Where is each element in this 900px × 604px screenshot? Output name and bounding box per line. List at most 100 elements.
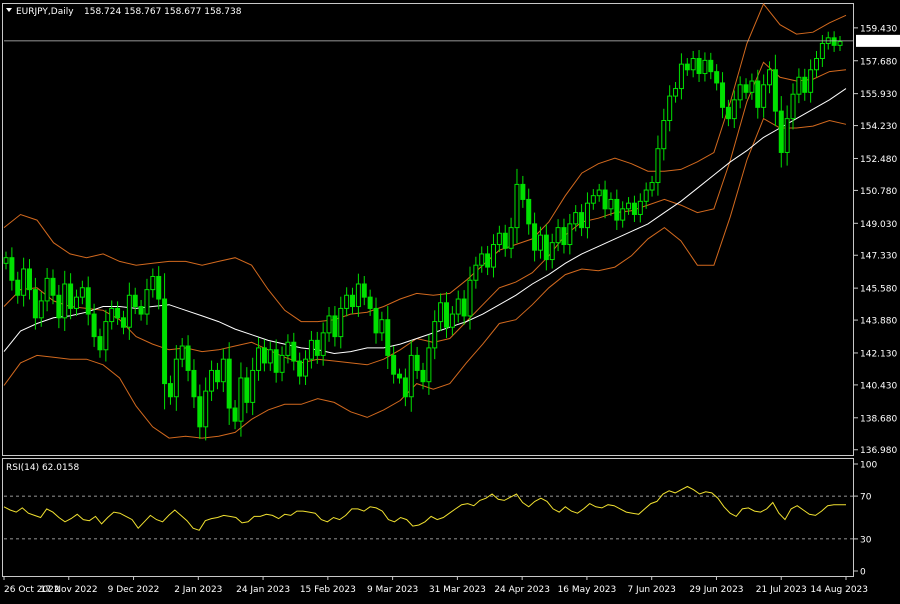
candle	[26, 259, 32, 300]
lower-band-line	[3, 117, 847, 439]
price-tick-label: 152.480	[860, 155, 897, 165]
candle	[708, 52, 714, 80]
candle	[485, 245, 491, 276]
candle	[473, 256, 479, 289]
candle	[238, 362, 244, 437]
chart-svg[interactable]: 158.738 159.430 157.680 155.930 154.230 152.…	[0, 0, 900, 600]
candle	[256, 337, 262, 381]
candle	[508, 217, 514, 259]
candle	[520, 175, 526, 208]
time-tick-label: 16 May 2023	[558, 585, 617, 595]
candle	[490, 234, 496, 278]
candle	[138, 299, 144, 321]
candle	[532, 212, 538, 262]
candle	[514, 168, 520, 244]
price-tick-label: 142.130	[860, 349, 897, 359]
candle	[273, 339, 279, 383]
candle	[790, 83, 796, 130]
rsi-indicator	[3, 485, 854, 540]
rsi-tick-label: 30	[860, 535, 872, 545]
candle	[778, 96, 784, 168]
candle	[391, 346, 397, 384]
candle	[408, 340, 414, 412]
triangle-down-icon[interactable]	[6, 8, 12, 12]
price-tick-label: 150.780	[860, 187, 897, 197]
candle	[9, 247, 15, 291]
candle	[502, 224, 508, 257]
rsi-tick-label: 70	[860, 493, 872, 503]
candle	[344, 287, 350, 317]
candle	[279, 346, 285, 382]
chart-window[interactable]: 158.738 159.430 157.680 155.930 154.230 152.…	[0, 0, 900, 600]
time-tick-label: 24 Jan 2023	[236, 585, 290, 595]
candle	[402, 368, 408, 407]
candle	[73, 289, 79, 316]
candle	[796, 68, 802, 104]
price-tick-label: 145.580	[860, 285, 897, 295]
candle	[743, 78, 749, 99]
ohlc-values: 158.724 158.767 158.677 158.738	[84, 7, 242, 17]
candle	[332, 306, 338, 347]
candle	[702, 52, 708, 82]
candle	[561, 218, 567, 254]
candle	[690, 50, 696, 78]
rsi-panel-frame	[2, 458, 854, 577]
candle	[831, 31, 837, 52]
price-tick-label: 143.880	[860, 317, 897, 327]
time-tick-label: 24 Apr 2023	[494, 585, 550, 595]
candle	[772, 54, 778, 127]
candle	[614, 189, 620, 230]
candle	[85, 276, 91, 326]
current-price-label: 158.738	[859, 37, 896, 47]
price-tick-label: 138.680	[860, 414, 897, 424]
candle	[808, 59, 814, 103]
candle	[191, 359, 197, 409]
candle	[291, 332, 297, 371]
candle	[714, 64, 720, 91]
candle	[608, 192, 614, 216]
rsi-axis[interactable]: 100 70 30 0	[854, 461, 877, 578]
candle	[32, 277, 38, 330]
candle	[197, 384, 203, 440]
candle	[350, 287, 356, 315]
candle	[355, 273, 361, 317]
time-tick-label: 14 Aug 2023	[810, 585, 868, 595]
candle	[385, 306, 391, 370]
candle	[103, 309, 109, 362]
candle	[567, 213, 573, 255]
upper-band-line	[3, 3, 847, 323]
candle	[3, 251, 9, 270]
candle	[162, 273, 168, 410]
candle	[814, 50, 820, 78]
candle	[543, 224, 549, 271]
candle	[115, 301, 121, 325]
candle	[579, 204, 585, 237]
candle	[214, 362, 220, 390]
candle	[667, 85, 673, 132]
candle	[819, 35, 825, 67]
candle	[226, 342, 232, 425]
current-price-line: 158.738	[4, 34, 900, 47]
candle	[731, 90, 737, 129]
candle	[297, 352, 303, 385]
candle	[373, 297, 379, 344]
candle	[120, 310, 126, 335]
candle	[414, 346, 420, 379]
candle	[655, 135, 661, 196]
price-tick-label: 157.680	[860, 57, 897, 67]
price-axis[interactable]: 159.430 157.680 155.930 154.230 152.480 150.7…	[854, 24, 897, 456]
time-tick-label: 7 Jun 2023	[627, 585, 675, 595]
candle	[673, 81, 679, 103]
rsi-line	[3, 485, 846, 531]
candle	[455, 290, 461, 323]
time-tick-label: 31 Mar 2023	[429, 585, 486, 595]
time-axis[interactable]: 26 Oct 202217 Nov 2022 9 Dec 2022 2 Jan 20…	[3, 576, 868, 595]
price-tick-label: 147.330	[860, 252, 897, 262]
candle	[684, 58, 690, 76]
candle	[737, 76, 743, 109]
rsi-tick-label: 100	[860, 461, 877, 471]
candle	[232, 400, 238, 430]
candle	[150, 268, 156, 298]
price-tick-label: 149.030	[860, 220, 897, 230]
candle	[109, 300, 115, 330]
